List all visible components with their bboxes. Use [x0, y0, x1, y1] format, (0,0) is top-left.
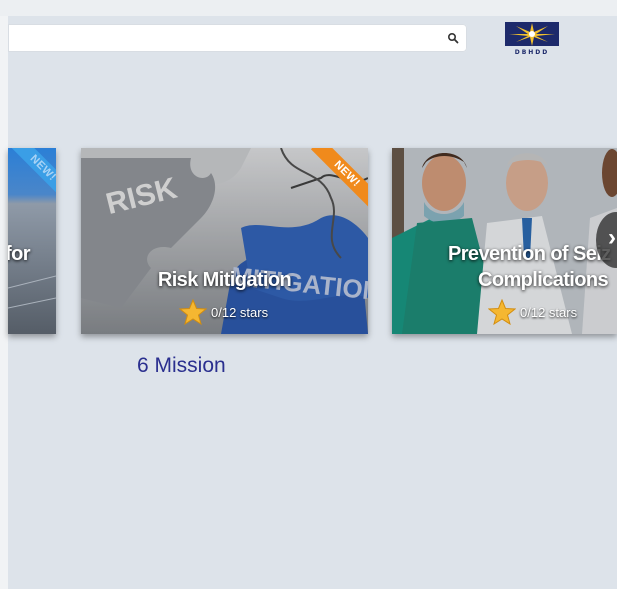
star-progress: 0/12 stars	[179, 299, 269, 325]
dbhdd-logo[interactable]: DBHDD	[503, 20, 561, 58]
search-input[interactable]	[8, 24, 448, 52]
top-bar	[0, 0, 617, 16]
card-title: t for	[8, 243, 30, 265]
stars-count: 0/12 stars	[211, 304, 269, 320]
card-title: Risk Mitigation	[157, 269, 292, 291]
card-title-line2: Complications	[478, 269, 609, 291]
logo-text: DBHDD	[514, 49, 550, 56]
logo-emblem-icon	[505, 22, 559, 46]
star-progress: 0/12 stars	[488, 299, 578, 325]
star-icon	[488, 299, 516, 325]
chevron-right-icon: ›	[608, 224, 616, 251]
stars-count: 0/12 stars	[520, 304, 578, 320]
card-title-line1: Prevention of Seiz	[448, 243, 611, 265]
star-icon	[179, 299, 207, 325]
mission-card-prevention[interactable]: Prevention of Seiz Complications 0/12 st…	[392, 148, 617, 334]
missions-count-label: 6 Mission	[137, 354, 226, 377]
search-bar	[8, 24, 467, 52]
search-icon[interactable]	[447, 32, 459, 44]
left-edge-strip	[0, 16, 8, 589]
mission-card-partial[interactable]: NEW! t for	[8, 148, 56, 334]
mission-card-risk-mitigation[interactable]: RISK MITIGATION NEW! Risk Mitigation 0/1…	[81, 148, 368, 334]
